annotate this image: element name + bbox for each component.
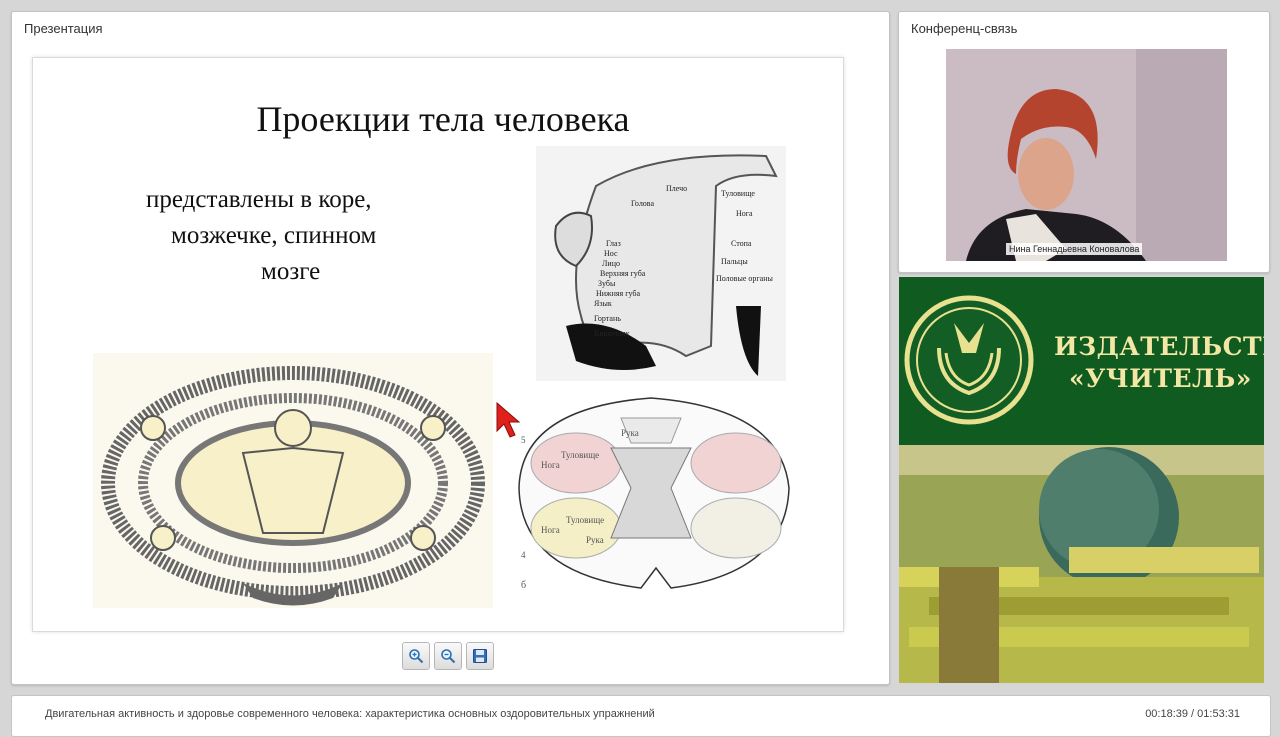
spinal-label-torso-1: Туловище: [561, 450, 599, 460]
zoom-out-icon: [441, 649, 456, 664]
publisher-banner: ИЗДАТЕЛЬСТВО «УЧИТЕЛЬ»: [899, 277, 1264, 683]
save-button[interactable]: [466, 642, 494, 670]
label-intestine: Кишечник: [594, 329, 630, 338]
spinal-label-leg-2: Нога: [541, 525, 560, 535]
label-torso: Туловище: [721, 189, 755, 198]
conference-panel-title: Конференц-связь: [911, 21, 1018, 36]
label-head: Голова: [631, 199, 654, 208]
footer-bar: Двигательная активность и здоровье совре…: [11, 695, 1271, 737]
slide-text-line-1: представлены в коре,: [146, 186, 372, 213]
label-leg: Нога: [736, 209, 753, 218]
publisher-logo: [904, 295, 1034, 425]
conference-panel: Конференц-связь Нина Геннадьевна Коновал…: [898, 11, 1270, 273]
slide-text-line-2: мозжечке, спинном: [171, 222, 377, 249]
label-tongue: Язык: [594, 299, 612, 308]
label-teeth: Зубы: [598, 279, 616, 288]
slide-toolbar: [402, 642, 494, 670]
label-shoulder: Плечо: [666, 184, 687, 193]
label-eye: Глаз: [606, 239, 621, 248]
publisher-name-line-2: «УЧИТЕЛЬ»: [1069, 364, 1252, 393]
figure-marker-b: б: [521, 580, 526, 591]
presentation-panel-title: Презентация: [24, 21, 103, 36]
label-nose: Нос: [604, 249, 618, 258]
label-larynx: Гортань: [594, 314, 621, 323]
label-fingers: Пальцы: [721, 257, 748, 266]
pointer-cursor-icon: [496, 401, 521, 438]
video-feed: Нина Геннадьевна Коновалова: [946, 49, 1227, 261]
spinal-label-leg-1: Нога: [541, 460, 560, 470]
lecture-title: Двигательная активность и здоровье совре…: [45, 708, 655, 720]
save-icon: [473, 649, 487, 663]
zoom-in-icon: [409, 649, 424, 664]
publisher-name-line-1: ИЗДАТЕЛЬСТВО: [1054, 332, 1264, 361]
slide: Проекции тела человека представлены в ко…: [32, 57, 844, 632]
playback-time: 00:18:39 / 01:53:31: [1145, 708, 1240, 720]
figure-marker-5: 5: [521, 435, 526, 445]
label-lower-lip: Нижняя губа: [596, 289, 640, 298]
spinal-cord-figure: Нога Рука Туловище Нога Туловище Рука 5 …: [511, 388, 796, 603]
zoom-out-button[interactable]: [434, 642, 462, 670]
label-upper-lip: Верхняя губа: [600, 269, 646, 278]
label-face: Лицо: [602, 259, 620, 268]
spinal-label-torso-2: Туловище: [566, 515, 604, 525]
spinal-label-arm-2: Рука: [586, 535, 604, 545]
homunculus-figure: Голова Плечо Туловище Нога Стопа Пальцы …: [536, 146, 786, 381]
label-genitals: Половые органы: [716, 274, 773, 283]
speaker-portrait: [946, 49, 1227, 261]
slide-heading: Проекции тела человека: [256, 99, 630, 139]
cerebellum-figure: [93, 353, 493, 608]
figure-marker-4: 4: [521, 550, 526, 560]
participant-name-label: Нина Геннадьевна Коновалова: [1006, 243, 1143, 255]
label-foot: Стопа: [731, 239, 752, 248]
presentation-panel: Презентация Проекции тела человека предс…: [11, 11, 890, 685]
zoom-in-button[interactable]: [402, 642, 430, 670]
spinal-label-arm-1: Рука: [621, 428, 639, 438]
slide-text-line-3: мозге: [261, 258, 321, 285]
